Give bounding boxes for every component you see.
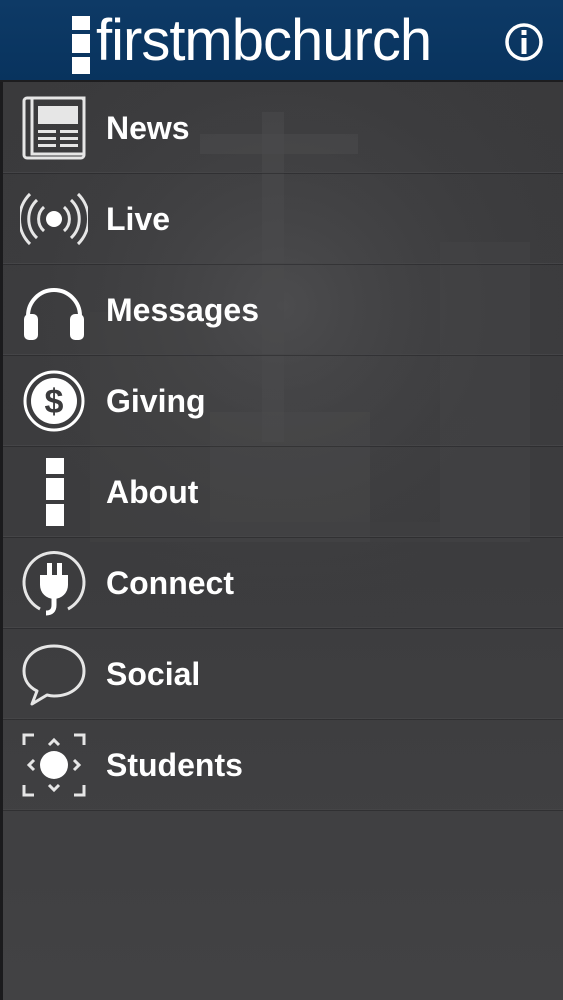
info-circle-icon — [505, 23, 543, 61]
logo-mark-icon — [72, 16, 90, 74]
nav-menu: News Live Messages $ Giving About Connec… — [0, 82, 563, 810]
menu-item-messages[interactable]: Messages — [0, 264, 563, 355]
dollar-coin-icon: $ — [23, 370, 85, 432]
speech-bubble-icon — [22, 644, 86, 706]
menu-label-about: About — [106, 474, 199, 510]
menu-label-social: Social — [106, 656, 201, 692]
logo-bars-icon — [46, 458, 64, 526]
broadcast-icon — [20, 192, 88, 246]
headphones-icon — [24, 288, 84, 340]
menu-label-live: Live — [106, 201, 171, 237]
menu-label-news: News — [106, 110, 190, 146]
menu-label-connect: Connect — [106, 565, 234, 601]
menu-item-about[interactable]: About — [0, 446, 563, 537]
students-icon — [22, 733, 86, 797]
menu-item-live[interactable]: Live — [0, 173, 563, 264]
left-edge-divider — [0, 82, 3, 1000]
info-button[interactable] — [504, 22, 544, 62]
menu-label-giving: Giving — [106, 383, 206, 419]
menu-item-giving[interactable]: $ Giving — [0, 355, 563, 446]
menu-label-students: Students — [106, 747, 243, 783]
app-screen: firstmbchurch News Live Messages $ Givin… — [0, 0, 563, 1000]
menu-item-social[interactable]: Social — [0, 628, 563, 719]
newspaper-icon — [22, 96, 86, 160]
app-title: firstmbchurch — [96, 8, 432, 73]
menu-item-connect[interactable]: Connect — [0, 537, 563, 628]
app-header: firstmbchurch — [0, 0, 563, 82]
menu-item-news[interactable]: News — [0, 82, 563, 173]
plug-icon — [22, 551, 86, 616]
menu-label-messages: Messages — [106, 292, 259, 328]
svg-text:$: $ — [45, 383, 64, 421]
menu-item-students[interactable]: Students — [0, 719, 563, 810]
